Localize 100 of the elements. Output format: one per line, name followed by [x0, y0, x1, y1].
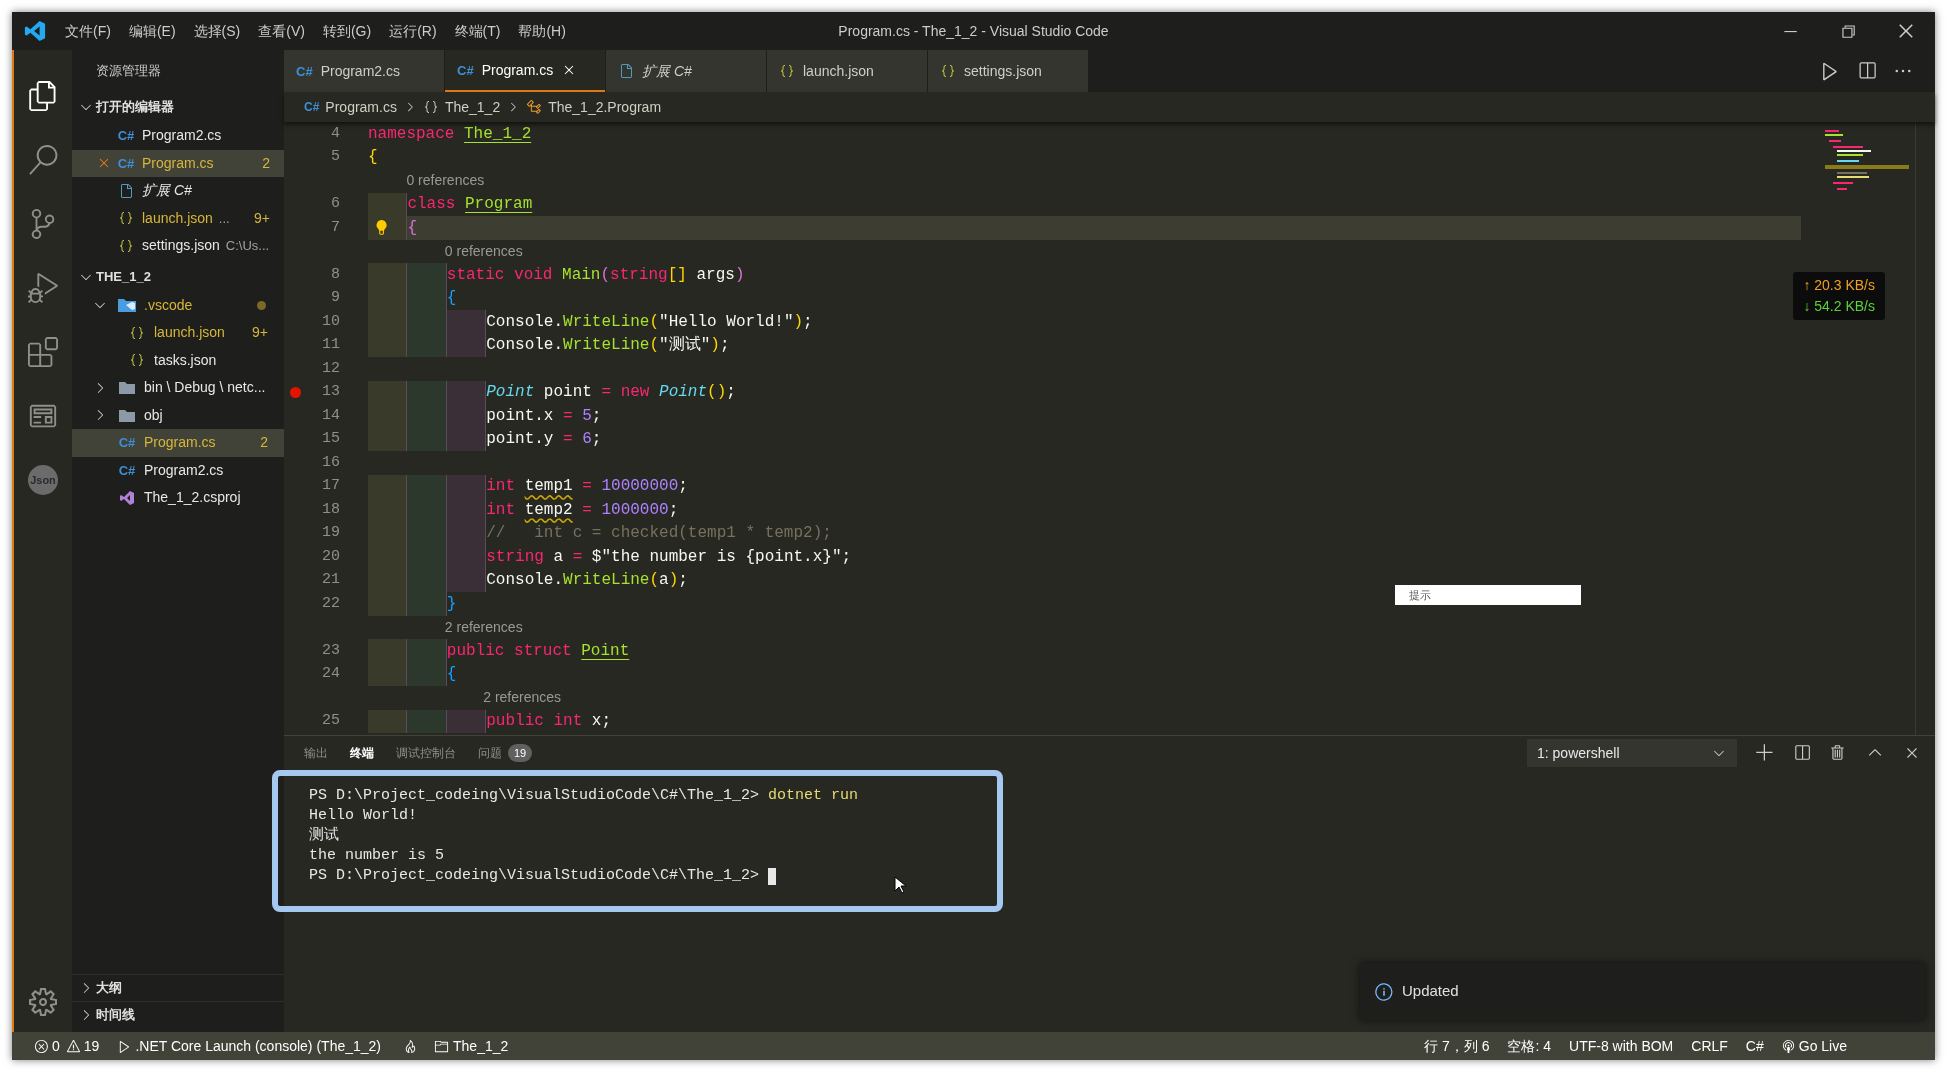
- code-lens[interactable]: 0 references: [444, 240, 523, 262]
- open-editor-item[interactable]: C# Program.cs 2: [72, 149, 284, 177]
- code-token: static void: [446, 264, 554, 286]
- error-count[interactable]: 0: [52, 1035, 60, 1057]
- panel-tab[interactable]: 输出: [304, 736, 328, 770]
- menu-item[interactable]: 编辑(E): [119, 20, 185, 42]
- code-token: WriteLine: [563, 311, 650, 333]
- open-editor-item[interactable]: settings.json C:\Us...: [72, 232, 284, 260]
- problem-count: 2: [262, 153, 270, 173]
- status-item[interactable]: CRLF: [1682, 1035, 1737, 1057]
- terminal-output: the number is 5: [309, 846, 446, 866]
- tab-label: launch.json: [803, 61, 874, 81]
- editor-tab[interactable]: C# Program2.cs: [284, 50, 444, 92]
- terminal-select[interactable]: 1: powershell: [1527, 739, 1737, 767]
- line-number: 7: [330, 217, 340, 238]
- csharp-icon: C#: [457, 63, 474, 77]
- file-name: The_1_2.csproj: [144, 488, 241, 508]
- problem-count: 2: [260, 433, 268, 453]
- code-token: $"the number is {point.x}": [591, 546, 842, 568]
- file-name: .vscode: [144, 295, 193, 315]
- menu-item[interactable]: 选择(S): [184, 20, 250, 42]
- menu-item[interactable]: 查看(V): [249, 20, 314, 42]
- editor-tab[interactable]: launch.json: [767, 50, 927, 92]
- file-name: obj: [144, 405, 163, 425]
- code-lens[interactable]: 2 references: [444, 616, 523, 638]
- line-number: 4: [330, 123, 340, 144]
- tree-item[interactable]: obj: [72, 401, 284, 429]
- tree-item[interactable]: bin \ Debug \ netc...: [72, 374, 284, 402]
- open-editor-item[interactable]: 扩展 C#: [72, 177, 284, 205]
- line-number: 8: [330, 264, 340, 285]
- line-number: 9: [330, 288, 340, 308]
- upload-speed: ↑ 20.3 KB/s: [1803, 276, 1875, 295]
- code-token: point.y: [486, 429, 555, 451]
- code-token: WriteLine: [563, 335, 650, 357]
- menu-item[interactable]: 运行(R): [380, 20, 446, 42]
- panel-tab[interactable]: 终端: [350, 736, 374, 770]
- editor-tab[interactable]: 扩展 C#: [606, 50, 766, 92]
- code-token: =: [581, 499, 593, 521]
- code-token: ;: [678, 476, 688, 498]
- tree-item[interactable]: C# Program2.cs: [72, 456, 284, 484]
- code-token: (: [649, 570, 660, 592]
- problem-count: 9+: [252, 323, 268, 343]
- breadcrumb-item[interactable]: The_1_2: [444, 96, 501, 118]
- breadcrumb-item[interactable]: The_1_2.Program: [548, 96, 662, 118]
- panel-tab[interactable]: 问题 19: [478, 736, 533, 770]
- line-number: 15: [321, 429, 340, 449]
- status-item[interactable]: C#: [1736, 1035, 1773, 1057]
- code-lens[interactable]: 2 references: [483, 687, 562, 709]
- status-item[interactable]: 空格: 4: [1498, 1035, 1561, 1057]
- menu-item[interactable]: 文件(F): [56, 20, 120, 42]
- menu-item[interactable]: 终端(T): [445, 20, 510, 42]
- launch-config[interactable]: .NET Core Launch (console) (The_1_2): [135, 1035, 382, 1057]
- code-token: "Hello World!": [659, 311, 794, 333]
- code-token: {: [368, 147, 378, 169]
- csharp-icon: C#: [296, 64, 313, 78]
- code-token: (): [707, 382, 727, 404]
- status-item[interactable]: UTF-8 with BOM: [1560, 1035, 1683, 1057]
- panel-tab[interactable]: 调试控制台: [396, 736, 456, 770]
- line-number: 23: [321, 640, 340, 661]
- tree-item[interactable]: launch.json 9+: [72, 319, 284, 347]
- line-number: 16: [321, 452, 340, 473]
- menu-item[interactable]: 转到(G): [313, 20, 381, 42]
- tab-label: Program2.cs: [320, 61, 400, 81]
- code-token: []: [667, 264, 687, 286]
- breadcrumb-item[interactable]: Program.cs: [325, 96, 397, 118]
- code-token: ): [668, 570, 679, 592]
- code-lens[interactable]: 0 references: [406, 170, 485, 192]
- code-token: ;: [841, 546, 852, 568]
- line-number: 13: [321, 382, 340, 402]
- menu-item[interactable]: 帮助(H): [509, 20, 575, 42]
- warning-count[interactable]: 19: [83, 1035, 100, 1057]
- file-name: bin \ Debug \ netc...: [144, 378, 266, 398]
- tree-item[interactable]: .vscode: [72, 291, 284, 319]
- section-header[interactable]: 打开的编辑器: [72, 92, 284, 122]
- open-editor-item[interactable]: launch.json ... 9+: [72, 204, 284, 232]
- code-token: namespace: [368, 123, 456, 145]
- line-number: 5: [330, 147, 340, 167]
- code-token: Program: [465, 194, 533, 216]
- tree-item[interactable]: C# Program.cs 2: [72, 429, 284, 457]
- tab-label: 扩展 C#: [642, 61, 692, 81]
- open-editor-item[interactable]: C# Program2.cs: [72, 122, 284, 150]
- editor-tab[interactable]: settings.json: [928, 50, 1088, 92]
- status-item[interactable]: 行 7，列 6: [1415, 1035, 1499, 1057]
- tree-item[interactable]: The_1_2.csproj: [72, 484, 284, 512]
- go-live-button[interactable]: Go Live: [1798, 1035, 1847, 1057]
- hint-popup: 提示: [1395, 585, 1581, 605]
- terminal-command: dotnet run: [768, 786, 859, 806]
- code-token: =: [572, 546, 584, 568]
- section-header[interactable]: THE_1_2: [72, 261, 284, 292]
- csharp-icon: C#: [117, 129, 135, 143]
- code-token: public int: [486, 711, 584, 733]
- workspace-folder[interactable]: The_1_2: [453, 1035, 509, 1057]
- tree-item[interactable]: tasks.json: [72, 346, 284, 374]
- code-token: ): [734, 264, 745, 286]
- editor-tab[interactable]: C# Program.cs: [445, 50, 605, 92]
- line-number: 21: [321, 570, 340, 590]
- code-token: (: [600, 264, 611, 286]
- terminal-output: 测试: [309, 826, 340, 846]
- code-token: args: [695, 264, 735, 286]
- code-token: ;: [668, 499, 679, 521]
